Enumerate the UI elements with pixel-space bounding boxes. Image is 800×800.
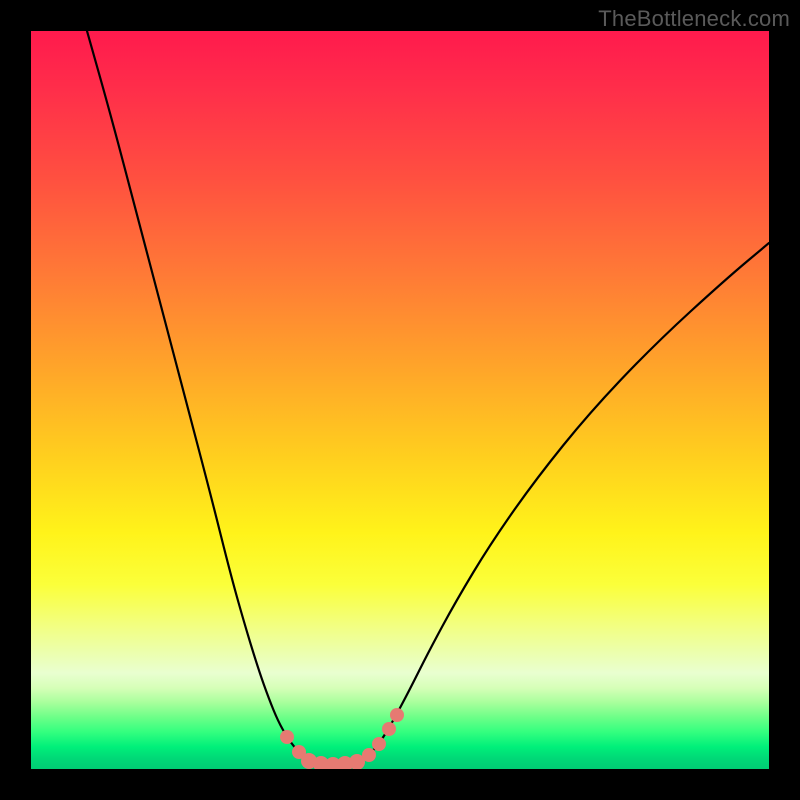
marker-group [280, 708, 404, 769]
chart-frame: TheBottleneck.com [0, 0, 800, 800]
right-curve-path [361, 243, 769, 761]
curves-group [87, 31, 769, 765]
plot-area [31, 31, 769, 769]
highlight-marker [382, 722, 396, 736]
watermark-text: TheBottleneck.com [598, 6, 790, 32]
left-curve-path [87, 31, 311, 761]
highlight-marker [280, 730, 294, 744]
highlight-marker [372, 737, 386, 751]
highlight-marker [390, 708, 404, 722]
highlight-marker [362, 748, 376, 762]
curve-layer [31, 31, 769, 769]
